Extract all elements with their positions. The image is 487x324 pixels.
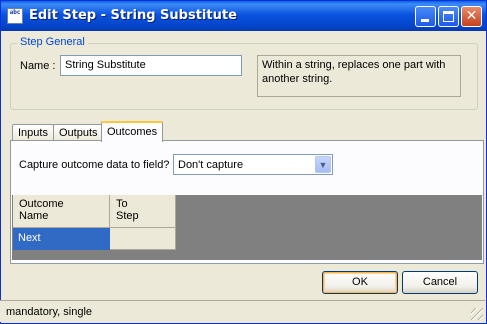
capture-field-value: Don't capture (178, 159, 244, 171)
minimize-button[interactable] (415, 6, 436, 27)
abc-string-icon: abc (7, 8, 23, 24)
ok-button[interactable]: OK (322, 271, 398, 294)
minimize-icon (421, 19, 429, 22)
name-input[interactable]: String Substitute (60, 55, 242, 76)
capture-field-select[interactable]: Don't capture ▼ (173, 154, 333, 175)
close-button[interactable]: ✕ (461, 6, 482, 27)
close-icon: ✕ (465, 8, 478, 24)
outcome-name-cell[interactable]: Next (13, 228, 110, 250)
step-description: Within a string, replaces one part with … (257, 55, 461, 97)
resize-grip-icon[interactable] (471, 308, 483, 320)
column-header-outcome-name[interactable]: Outcome Name (13, 195, 110, 228)
window-title: Edit Step - String Substitute (29, 8, 237, 23)
column-header-outcome-name-line2: Name (19, 210, 49, 222)
column-header-to-step[interactable]: To Step (110, 195, 176, 228)
tab-outcomes[interactable]: Outcomes (101, 121, 164, 142)
status-text: mandatory, single (6, 306, 93, 318)
status-bar: mandatory, single (0, 300, 485, 322)
chevron-down-icon[interactable]: ▼ (315, 156, 331, 173)
maximize-button[interactable] (438, 6, 459, 27)
tab-outputs[interactable]: Outputs (53, 124, 104, 141)
maximize-icon (443, 11, 454, 22)
capture-outcome-label: Capture outcome data to field? (19, 159, 170, 171)
name-label: Name : (20, 60, 56, 72)
column-header-outcome-name-line1: Outcome (19, 198, 64, 210)
step-general-legend: Step General (17, 36, 88, 48)
title-bar[interactable]: abc Edit Step - String Substitute ✕ (1, 1, 486, 31)
to-step-cell[interactable] (110, 228, 176, 250)
column-header-to-step-line2: Step (116, 210, 139, 222)
column-header-to-step-line1: To (116, 198, 128, 210)
cancel-button[interactable]: Cancel (402, 271, 478, 294)
tab-inputs[interactable]: Inputs (12, 124, 54, 141)
